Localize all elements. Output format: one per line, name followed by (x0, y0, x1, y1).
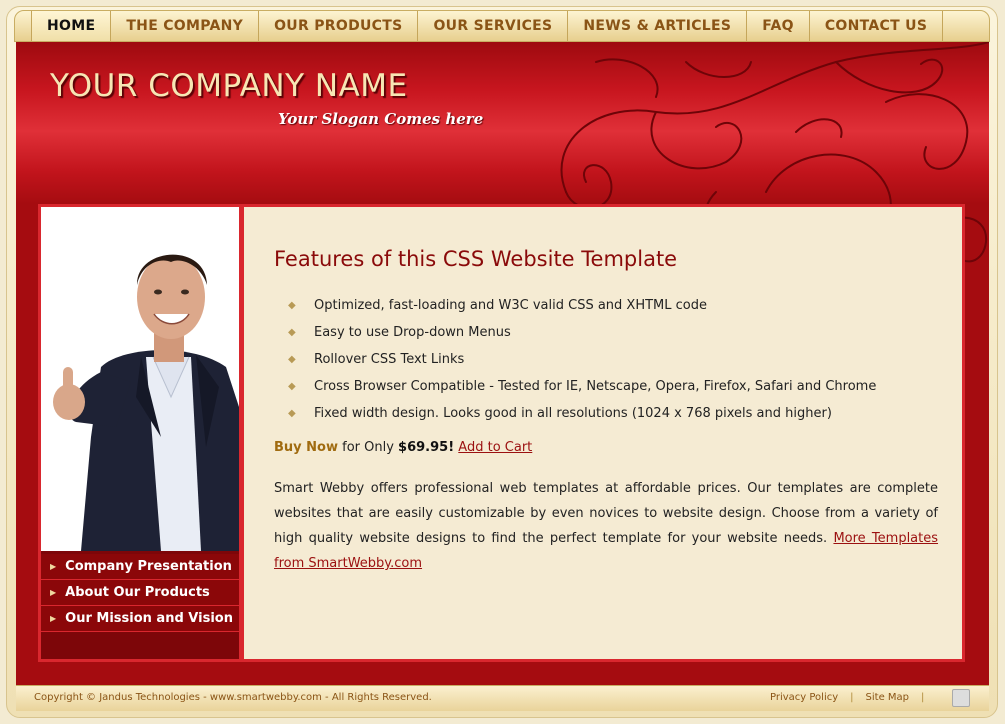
buy-line: Buy Now for Only $69.95! Add to Cart (274, 440, 532, 455)
side-item-label: Our Mission and Vision (65, 611, 233, 626)
feature-text: Rollover CSS Text Links (314, 352, 465, 367)
description: Smart Webby offers professional web temp… (274, 476, 938, 576)
side-menu: ▶ Company Presentation ▶ About Our Produ… (41, 554, 239, 632)
nav-the-company[interactable]: THE COMPANY (110, 11, 258, 41)
nav-faq[interactable]: FAQ (746, 11, 809, 41)
nav-news-articles[interactable]: NEWS & ARTICLES (567, 11, 746, 41)
feature-text: Fixed width design. Looks good in all re… (314, 406, 832, 421)
side-item-mission-vision[interactable]: ▶ Our Mission and Vision (41, 606, 239, 632)
privacy-policy-link[interactable]: Privacy Policy (770, 692, 838, 703)
nav-our-services[interactable]: OUR SERVICES (417, 11, 567, 41)
nav-our-products[interactable]: OUR PRODUCTS (258, 11, 417, 41)
diamond-bullet-icon: ◆ (288, 300, 296, 311)
triangle-right-icon: ▶ (50, 588, 57, 597)
site-map-link[interactable]: Site Map (866, 692, 909, 703)
left-column: ▶ Company Presentation ▶ About Our Produ… (38, 204, 242, 662)
feature-text: Cross Browser Compatible - Tested for IE… (314, 379, 877, 394)
feature-text: Optimized, fast-loading and W3C valid CS… (314, 298, 707, 313)
nav-home[interactable]: HOME (31, 11, 111, 41)
content-panel: Features of this CSS Website Template ◆ O… (241, 204, 965, 662)
list-item: ◆ Optimized, fast-loading and W3C valid C… (288, 292, 876, 319)
top-navigation: HOME THE COMPANY OUR PRODUCTS OUR SERVIC… (14, 10, 990, 42)
footer-links: Privacy Policy | Site Map | (770, 692, 924, 703)
diamond-bullet-icon: ◆ (288, 354, 296, 365)
feature-list: ◆ Optimized, fast-loading and W3C valid C… (288, 292, 876, 427)
list-item: ◆ Fixed width design. Looks good in all r… (288, 400, 876, 427)
slogan: Your Slogan Comes here (278, 110, 484, 128)
buy-now-label: Buy Now (274, 440, 338, 455)
list-item: ◆ Cross Browser Compatible - Tested for I… (288, 373, 876, 400)
separator: | (850, 692, 854, 703)
header-banner: YOUR COMPANY NAME Your Slogan Comes here (16, 42, 989, 263)
side-item-company-presentation[interactable]: ▶ Company Presentation (41, 554, 239, 580)
diamond-bullet-icon: ◆ (288, 327, 296, 338)
separator: | (921, 692, 925, 703)
diamond-bullet-icon: ◆ (288, 408, 296, 419)
triangle-right-icon: ▶ (50, 562, 57, 571)
diamond-bullet-icon: ◆ (288, 381, 296, 392)
copyright: Copyright © Jandus Technologies - www.sm… (34, 692, 432, 703)
side-item-label: Company Presentation (65, 559, 232, 574)
feature-text: Easy to use Drop-down Menus (314, 325, 511, 340)
list-item: ◆ Easy to use Drop-down Menus (288, 319, 876, 346)
side-item-about-products[interactable]: ▶ About Our Products (41, 580, 239, 606)
add-to-cart-link[interactable]: Add to Cart (458, 440, 532, 455)
list-item: ◆ Rollover CSS Text Links (288, 346, 876, 373)
content-title: Features of this CSS Website Template (274, 247, 678, 271)
businessman-photo (41, 207, 239, 551)
logo-icon[interactable] (952, 689, 970, 707)
footer: Copyright © Jandus Technologies - www.sm… (16, 685, 989, 711)
side-item-label: About Our Products (65, 585, 210, 600)
price: $69.95! (398, 440, 455, 455)
for-only-text: for Only (337, 440, 399, 455)
company-name: YOUR COMPANY NAME (50, 68, 408, 104)
nav-contact-us[interactable]: CONTACT US (808, 11, 944, 41)
triangle-right-icon: ▶ (50, 614, 57, 623)
